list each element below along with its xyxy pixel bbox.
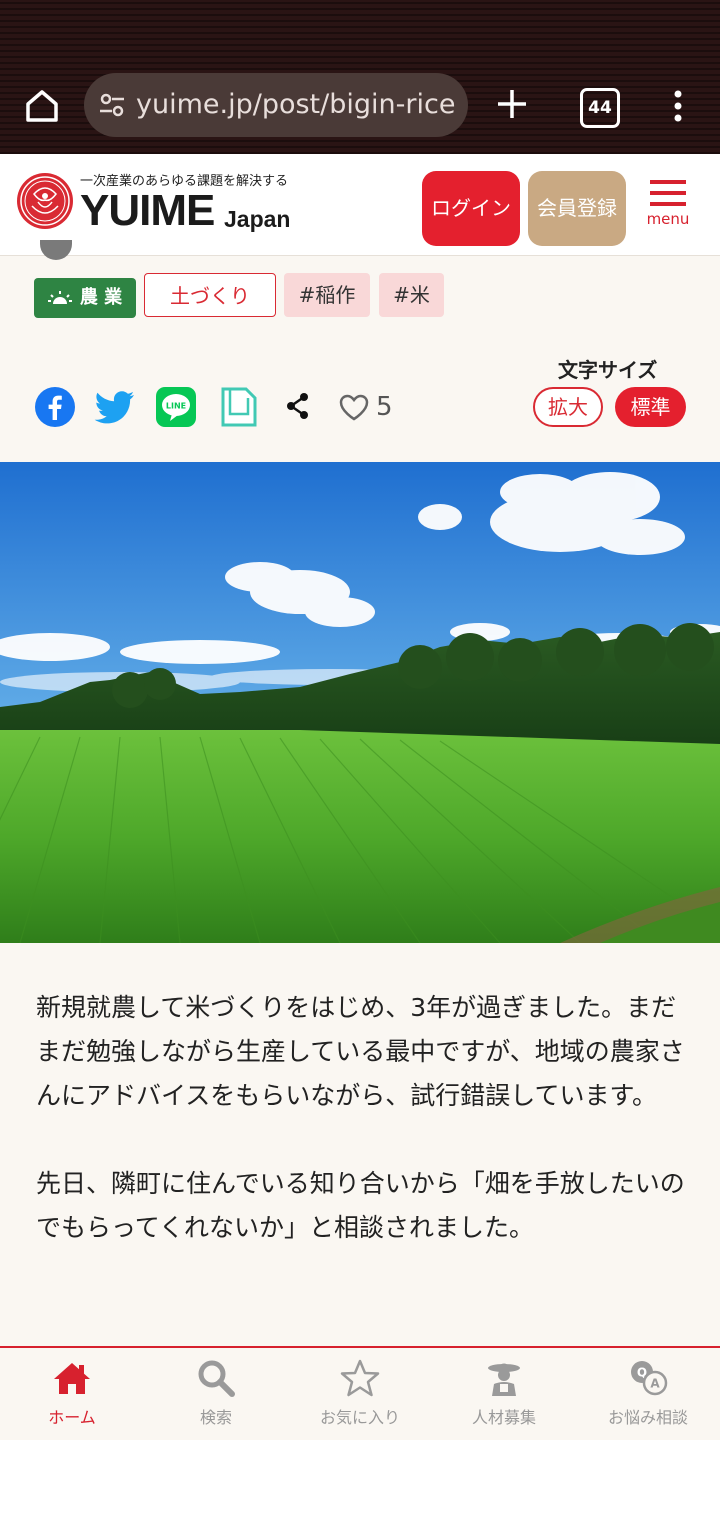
more-options-icon[interactable]	[668, 86, 688, 126]
login-button[interactable]: ログイン	[422, 171, 520, 246]
hashtag-rice-farming[interactable]: #稲作	[284, 273, 370, 317]
site-settings-icon[interactable]	[98, 91, 126, 119]
brand-name[interactable]: YUIME	[80, 186, 215, 236]
yuime-seal-logo[interactable]	[16, 172, 74, 230]
nav-favorites-label: お気に入り	[319, 1408, 400, 1427]
author-avatar	[40, 240, 72, 260]
tab-switcher-button[interactable]: 44	[580, 88, 620, 128]
font-size-label: 文字サイズ	[558, 358, 658, 382]
qa-icon: Q A	[631, 1361, 668, 1396]
nav-home[interactable]: ホーム	[0, 1348, 144, 1440]
farmer-icon	[488, 1363, 520, 1396]
article-content: 農 業 土づくり #稲作 #米 文字サイズ 拡大 標準 LINE 5 新規就農し…	[0, 240, 720, 1346]
register-button[interactable]: 会員登録	[528, 171, 626, 246]
star-icon	[340, 1359, 380, 1397]
nav-consult[interactable]: Q A お悩み相談	[576, 1348, 720, 1440]
category-tag-label: 農 業	[79, 287, 123, 308]
hamburger-menu-icon[interactable]	[648, 178, 688, 208]
nav-home-label: ホーム	[48, 1408, 96, 1427]
home-icon	[54, 1363, 90, 1394]
font-size-large-button[interactable]: 拡大	[533, 387, 603, 427]
article-paragraph: 新規就農して米づくりをはじめ、3年が過ぎました。まだまだ勉強しながら生産している…	[36, 993, 685, 1110]
nav-recruit-label: 人材募集	[471, 1408, 536, 1427]
url-text: yuime.jp/post/bigin-rice-fa	[136, 89, 456, 120]
svg-text:LINE: LINE	[166, 402, 186, 411]
line-icon[interactable]: LINE	[155, 386, 197, 428]
font-size-standard-button[interactable]: 標準	[615, 387, 686, 427]
twitter-icon[interactable]	[94, 386, 136, 428]
like-count: 5	[376, 392, 393, 422]
address-bar[interactable]: yuime.jp/post/bigin-rice-fa	[84, 73, 468, 137]
share-icon[interactable]	[280, 386, 316, 428]
new-tab-icon[interactable]	[492, 84, 532, 124]
category-tag-agriculture[interactable]: 農 業	[34, 278, 136, 318]
facebook-icon[interactable]	[34, 386, 76, 428]
nav-search[interactable]: 検索	[144, 1348, 288, 1440]
nav-favorites[interactable]: お気に入り	[288, 1348, 432, 1440]
brand-subtitle: Japan	[224, 206, 291, 232]
menu-label[interactable]: menu	[638, 210, 698, 228]
search-icon	[198, 1360, 235, 1397]
nav-search-label: 検索	[199, 1408, 232, 1427]
home-icon[interactable]	[20, 84, 64, 128]
bottom-navigation: ホーム 検索 お気に入り 人材募集 Q A お悩み相談	[0, 1346, 720, 1440]
nav-recruit[interactable]: 人材募集	[432, 1348, 576, 1440]
sunrise-icon	[47, 291, 72, 304]
tag-soil-making[interactable]: 土づくり	[144, 273, 276, 317]
nav-consult-label: お悩み相談	[607, 1408, 688, 1427]
heart-icon[interactable]	[338, 386, 370, 428]
hashtag-rice[interactable]: #米	[379, 273, 444, 317]
rice-field-photo	[0, 462, 720, 943]
note-icon[interactable]	[218, 386, 260, 428]
article-paragraph: 先日、隣町に住んでいる知り合いから「畑を手放したいのでもらってくれないか」と相談…	[36, 1169, 685, 1242]
site-header: 一次産業のあらゆる課題を解決する YUIME Japan ログイン 会員登録 m…	[0, 154, 720, 256]
browser-toolbar: yuime.jp/post/bigin-rice-fa 44	[0, 0, 720, 154]
article-body: 新規就農して米づくりをはじめ、3年が過ぎました。まだまだ勉強しながら生産している…	[36, 986, 686, 1294]
svg-text:A: A	[650, 1377, 660, 1391]
